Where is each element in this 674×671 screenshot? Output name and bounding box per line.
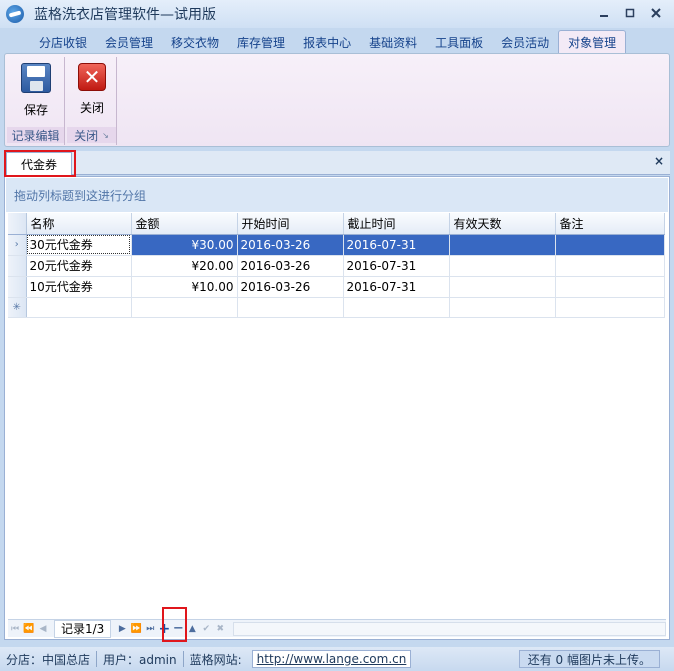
tab-transfer-clothes[interactable]: 移交衣物 xyxy=(162,30,228,54)
cell-amount[interactable]: ¥30.00 xyxy=(131,234,238,256)
table-row[interactable]: › 30元代金券 ¥30.00 2016-03-26 2016-07-31 xyxy=(8,234,665,256)
close-button-label: 关闭 xyxy=(79,101,104,115)
prev-record-icon[interactable]: ◀ xyxy=(36,621,50,637)
new-item-row[interactable]: ✳ xyxy=(8,297,665,318)
ribbon-group-title-text: 关闭 xyxy=(74,128,99,143)
group-by-panel[interactable]: 拖动列标题到这进行分组 xyxy=(6,178,668,212)
row-indicator-header xyxy=(8,213,27,235)
close-button[interactable]: ✕ 关闭 xyxy=(70,63,114,123)
cell-empty[interactable] xyxy=(26,297,132,318)
restore-icon[interactable] xyxy=(620,4,640,22)
new-row-asterisk-icon[interactable]: ✳ xyxy=(8,297,27,318)
add-record-icon[interactable]: + xyxy=(157,621,171,637)
column-header-end-time[interactable]: 截止时间 xyxy=(343,213,450,235)
table-row[interactable]: 10元代金券 ¥10.00 2016-03-26 2016-07-31 xyxy=(8,276,665,298)
dialog-launcher-icon[interactable]: ↘ xyxy=(102,131,109,140)
tab-member-management[interactable]: 会员管理 xyxy=(96,30,162,54)
cell-end-time[interactable]: 2016-07-31 xyxy=(343,276,450,298)
cell-start-time[interactable]: 2016-03-26 xyxy=(237,234,344,256)
cell-amount[interactable]: ¥20.00 xyxy=(131,255,238,277)
data-navigator: ⏮ ⏪ ◀ 记录1/3 ▶ ⏩ ⏭ + − ▲ ✔ ✖ xyxy=(8,619,666,638)
data-grid: 名称 金额 开始时间 截止时间 有效天数 备注 › 30元代金券 ¥30.00 … xyxy=(8,213,665,613)
column-header-start-time[interactable]: 开始时间 xyxy=(237,213,344,235)
tab-reports[interactable]: 报表中心 xyxy=(294,30,360,54)
cell-valid-days[interactable] xyxy=(449,234,556,256)
cell-start-time[interactable]: 2016-03-26 xyxy=(237,276,344,298)
prev-page-icon[interactable]: ⏪ xyxy=(22,621,36,637)
document-tab-strip: 代金券 × xyxy=(4,151,670,175)
save-button-label: 保存 xyxy=(23,103,48,117)
tab-voucher[interactable]: 代金券 xyxy=(6,152,72,175)
column-header-valid-days[interactable]: 有效天数 xyxy=(449,213,556,235)
close-icon[interactable] xyxy=(646,4,666,22)
ribbon-group-title-text: 记录编辑 xyxy=(11,128,60,143)
edit-record-icon[interactable]: ▲ xyxy=(185,621,199,637)
cancel-edit-icon[interactable]: ✖ xyxy=(213,621,227,637)
window-controls xyxy=(594,4,666,22)
status-user: 用户：admin xyxy=(97,651,184,667)
ribbon-panel: 保存 记录编辑 ✕ 关闭 关闭 ↘ xyxy=(4,53,670,147)
cell-name[interactable]: 20元代金券 xyxy=(26,255,132,277)
minimize-icon[interactable] xyxy=(594,4,614,22)
tab-tools[interactable]: 工具面板 xyxy=(426,30,492,54)
cell-name[interactable]: 10元代金券 xyxy=(26,276,132,298)
post-edit-icon[interactable]: ✔ xyxy=(199,621,213,637)
cell-empty[interactable] xyxy=(131,297,238,318)
row-indicator-arrow-icon[interactable]: › xyxy=(8,234,27,256)
cell-empty[interactable] xyxy=(343,297,450,318)
cell-note[interactable] xyxy=(555,276,665,298)
table-row[interactable]: 20元代金券 ¥20.00 2016-03-26 2016-07-31 xyxy=(8,255,665,277)
tab-base-data[interactable]: 基础资料 xyxy=(360,30,426,54)
cell-valid-days[interactable] xyxy=(449,255,556,277)
status-site-label: 蓝格网站: xyxy=(189,652,242,667)
app-logo-icon xyxy=(6,5,24,23)
cell-valid-days[interactable] xyxy=(449,276,556,298)
save-button[interactable]: 保存 xyxy=(14,63,58,123)
cell-end-time[interactable]: 2016-07-31 xyxy=(343,255,450,277)
horizontal-scrollbar[interactable] xyxy=(233,621,666,636)
column-header-name[interactable]: 名称 xyxy=(26,213,132,235)
row-indicator[interactable] xyxy=(8,276,27,298)
title-bar: 蓝格洗衣店管理软件—试用版 xyxy=(0,0,674,28)
cell-name[interactable]: 30元代金券 xyxy=(26,234,132,256)
cell-note[interactable] xyxy=(555,255,665,277)
tab-member-activity[interactable]: 会员活动 xyxy=(492,30,558,54)
close-x-icon: ✕ xyxy=(78,63,106,91)
cell-empty[interactable] xyxy=(237,297,344,318)
ribbon-group-title: 关闭 ↘ xyxy=(67,127,116,143)
cell-empty[interactable] xyxy=(555,297,665,318)
next-page-icon[interactable]: ⏩ xyxy=(129,621,143,637)
tab-branch-cashier[interactable]: 分店收银 xyxy=(30,30,96,54)
ribbon-tabs: 分店收银 会员管理 移交衣物 库存管理 报表中心 基础资料 工具面板 会员活动 … xyxy=(0,28,674,54)
next-record-icon[interactable]: ▶ xyxy=(115,621,129,637)
first-record-icon[interactable]: ⏮ xyxy=(8,621,22,637)
ribbon-group-title: 记录编辑 xyxy=(7,127,64,143)
close-document-icon[interactable]: × xyxy=(654,154,664,168)
column-header-note[interactable]: 备注 xyxy=(555,213,665,235)
cell-empty[interactable] xyxy=(449,297,556,318)
ribbon-group-close: ✕ 关闭 关闭 ↘ xyxy=(67,57,117,145)
cell-amount[interactable]: ¥10.00 xyxy=(131,276,238,298)
row-indicator[interactable] xyxy=(8,255,27,277)
website-link[interactable]: http://www.lange.com.cn xyxy=(251,650,412,668)
status-branch: 分店：中国总店 xyxy=(0,651,98,667)
record-indicator: 记录1/3 xyxy=(54,619,112,638)
cell-note[interactable] xyxy=(555,234,665,256)
status-upload: 还有 0 幅图片未上传。 xyxy=(518,650,660,668)
column-header-amount[interactable]: 金额 xyxy=(131,213,238,235)
cell-start-time[interactable]: 2016-03-26 xyxy=(237,255,344,277)
window-title: 蓝格洗衣店管理软件—试用版 xyxy=(34,7,216,23)
last-record-icon[interactable]: ⏭ xyxy=(143,621,157,637)
tab-inventory[interactable]: 库存管理 xyxy=(228,30,294,54)
status-bar: 分店：中国总店 用户：admin 蓝格网站: http://www.lange.… xyxy=(0,647,674,671)
grid-header-row: 名称 金额 开始时间 截止时间 有效天数 备注 xyxy=(8,213,665,235)
delete-record-icon[interactable]: − xyxy=(171,621,185,637)
cell-end-time[interactable]: 2016-07-31 xyxy=(343,234,450,256)
ribbon-group-record-edit: 保存 记录编辑 xyxy=(7,57,65,145)
main-content: 拖动列标题到这进行分组 名称 金额 开始时间 截止时间 有效天数 备注 › 30… xyxy=(4,176,670,640)
save-disk-icon xyxy=(21,63,51,93)
tab-object-management[interactable]: 对象管理 xyxy=(558,30,627,54)
